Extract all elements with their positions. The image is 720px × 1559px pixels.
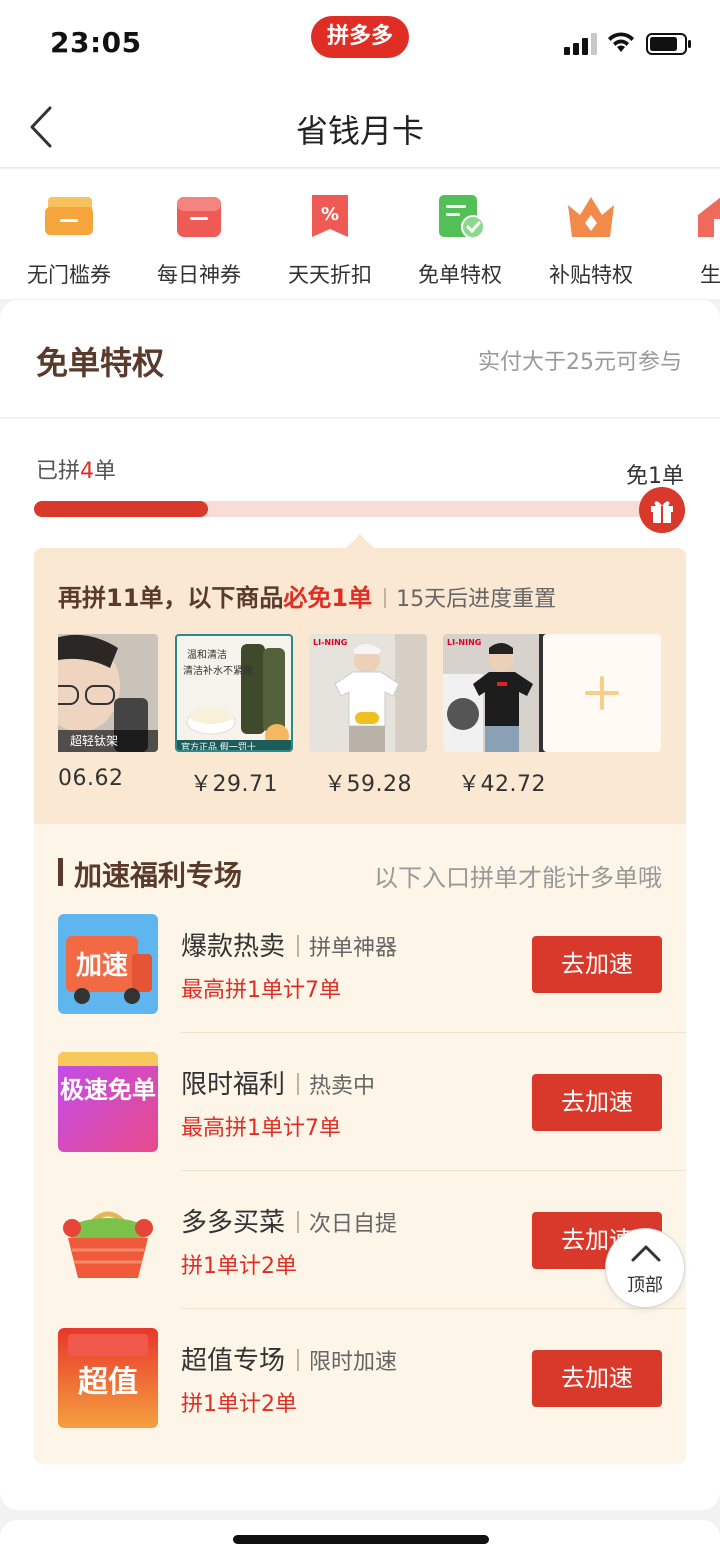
free-order-check-icon [439,195,485,239]
progress-pointer [346,534,374,548]
crown-icon [568,197,614,237]
speed-row-super-value[interactable]: 超值 超值专场 限时加速 拼1单计2单 去加速 [34,1328,686,1466]
nav-bar: 省钱月卡 [0,86,720,168]
progress-goal: 免1单 [626,464,684,489]
battery-icon [646,33,691,55]
home-indicator [233,1535,489,1544]
eligibility-note: 实付大于25元可参与 [478,350,682,375]
discount-tag-icon: % [312,195,348,237]
app-logo-badge: 拼多多 [311,16,409,58]
goods-item[interactable]: LI-NING ￥59.28 [309,634,427,798]
speed-up-section: 加速福利专场 以下入口拼单才能计多单哦 加速 爆款热卖 拼单神器 最高拼1单计7单… [34,824,686,1464]
category-tab-free-order[interactable]: 免单特权 [400,193,520,289]
speed-row-hot-sale[interactable]: 加速 爆款热卖 拼单神器 最高拼1单计7单 去加速 [34,914,686,1052]
goods-panel: 再拼11单，以下商品必免1单 15天后进度重置 超轻钛架 06.62 温和清洁 … [34,548,686,824]
progress-bar [34,501,654,517]
free-order-card: 免单特权 实付大于25元可参与 已拼4单 免1单 再拼11单，以下商品必免1单 1… [0,300,720,1510]
section-title: 加速福利专场 [74,859,243,892]
category-tab-no-threshold[interactable]: 无门槛券 [9,193,129,289]
fast-free-order-image: 极速免单 [58,1052,158,1152]
divider [181,1170,686,1171]
status-time: 23:05 [50,26,142,59]
divider [181,1032,686,1033]
section-note: 以下入口拼单才能计多单哦 [374,864,662,892]
svg-text:超值: 超值 [78,1365,138,1400]
goods-carousel[interactable]: 超轻钛架 06.62 温和清洁 清洁补水不紧绷 官方正品 假一罚十 ￥29.71… [58,634,662,804]
coupon-stack-icon [45,197,93,235]
white-tshirt-photo: LI-NING [309,634,427,752]
cleanser-photo: 温和清洁 清洁补水不紧绷 官方正品 假一罚十 [175,634,293,752]
goods-item[interactable]: 温和清洁 清洁补水不紧绷 官方正品 假一罚十 ￥29.71 [175,634,293,798]
goods-headline: 再拼11单，以下商品必免1单 15天后进度重置 [58,584,557,612]
speed-up-button[interactable]: 去加速 [532,1074,662,1131]
category-tab-daily-coupon[interactable]: 每日神券 [139,193,259,289]
wifi-icon [608,32,634,52]
goods-item[interactable]: 超轻钛架 06.62 [58,634,158,791]
glasses-man-photo: 超轻钛架 [58,634,158,752]
back-to-top-button[interactable]: 顶部 [605,1228,685,1308]
svg-text:加速: 加速 [76,951,128,981]
status-bar: 23:05 拼多多 [0,0,720,86]
vegetable-basket-image [58,1190,158,1290]
speed-up-button[interactable]: 去加速 [532,1350,662,1407]
speed-row-limited-benefit[interactable]: 极速免单 限时福利 热卖中 最高拼1单计7单 去加速 [34,1052,686,1190]
card-title: 免单特权 [36,344,165,382]
category-tab-daily-discount[interactable]: % 天天折扣 [270,193,390,289]
red-coupon-icon [177,197,221,237]
add-goods-plus-icon[interactable] [543,634,661,752]
progress-fill [34,501,208,517]
divider [181,1308,686,1309]
super-value-image: 超值 [58,1328,158,1428]
chevron-up-icon [631,1245,661,1262]
category-tab-row: 无门槛券 每日神券 % 天天折扣 免单特权 补贴特权 生 [0,169,720,299]
svg-text:极速免单: 极速免单 [60,1076,156,1104]
gift-icon[interactable] [639,487,685,533]
home-icon [698,197,720,237]
section-accent-bar [58,858,63,886]
category-tab-life[interactable]: 生活 [661,193,720,289]
divider [0,417,720,419]
speed-truck-image: 加速 [58,914,158,1014]
page-title: 省钱月卡 [295,112,424,150]
svg-text:%: % [321,204,339,225]
cell-signal-icon [564,33,597,55]
progress-count: 已拼4单 [36,459,117,484]
category-tab-subsidy[interactable]: 补贴特权 [531,193,651,289]
speed-row-grocery[interactable]: 多多买菜 次日自提 拼1单计2单 去加速 [34,1190,686,1328]
speed-up-button[interactable]: 去加速 [532,936,662,993]
